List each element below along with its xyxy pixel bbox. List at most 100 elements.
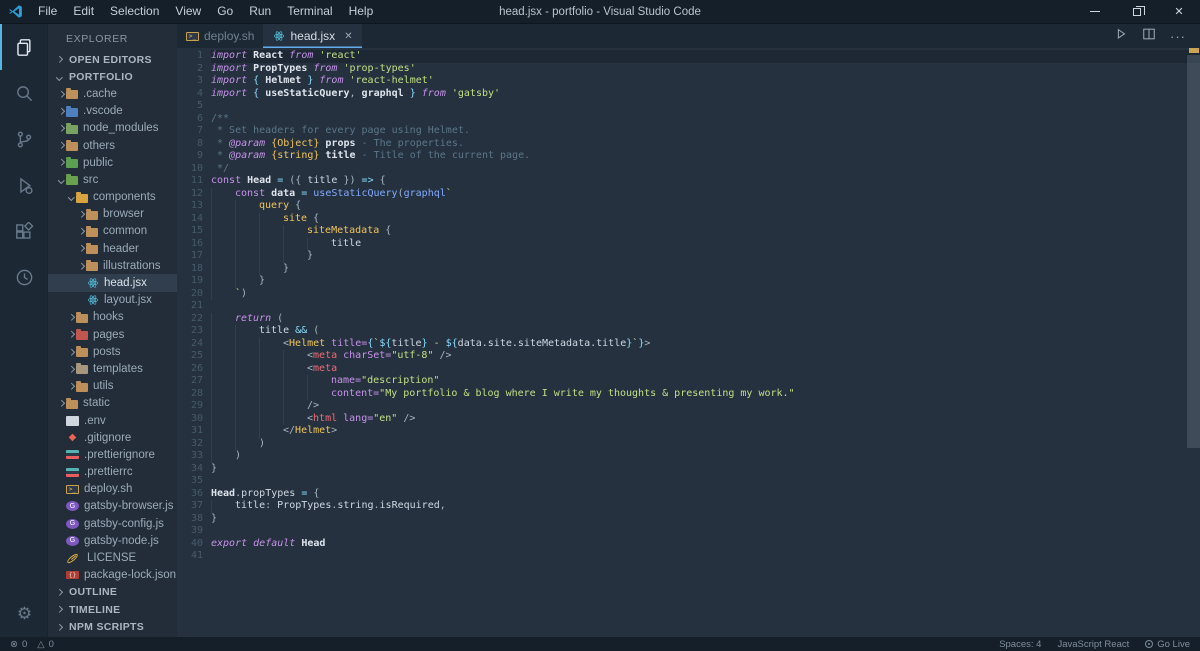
source-control-icon[interactable]	[0, 116, 47, 162]
tree-item-.cache[interactable]: .cache	[48, 85, 177, 102]
line-number: 22	[177, 313, 211, 326]
file-tree: OPEN EDITORSPORTFOLIO.cache .vscode node_m…	[48, 51, 177, 635]
code-line: import { Helmet } from 'react-helmet'	[211, 75, 1200, 88]
plugin-icon[interactable]	[0, 254, 47, 300]
explorer-icon[interactable]	[0, 24, 47, 70]
code-line: * Set headers for every page using Helme…	[211, 125, 1200, 138]
gatsby-icon: G	[66, 519, 79, 529]
close-button[interactable]: ✕	[1158, 0, 1200, 23]
prettier-icon	[66, 468, 79, 477]
tree-item-hooks[interactable]: hooks	[48, 309, 177, 326]
tree-item-label: layout.jsx	[104, 294, 152, 306]
menu-file[interactable]: File	[30, 0, 65, 23]
tree-item-.vscode[interactable]: .vscode	[48, 103, 177, 120]
tree-item-browser[interactable]: browser	[48, 206, 177, 223]
tree-item-gatsby-browser.js[interactable]: Ggatsby-browser.js	[48, 498, 177, 515]
tree-item-package-lock.json[interactable]: {}package-lock.json	[48, 567, 177, 584]
menu-help[interactable]: Help	[341, 0, 382, 23]
extensions-icon[interactable]	[0, 208, 47, 254]
code-line: export default Head	[211, 538, 1200, 551]
tree-item-label: browser	[103, 208, 144, 220]
tree-item-node-modules[interactable]: node_modules	[48, 120, 177, 137]
tree-item-src[interactable]: src	[48, 171, 177, 188]
run-icon[interactable]	[1114, 27, 1128, 46]
tree-item-templates[interactable]: templates	[48, 360, 177, 377]
tab-close-icon[interactable]: ✕	[344, 31, 352, 42]
tree-item-posts[interactable]: posts	[48, 343, 177, 360]
split-icon[interactable]	[1142, 27, 1156, 46]
menu-selection[interactable]: Selection	[102, 0, 167, 23]
tree-item-label: gatsby-config.js	[84, 518, 164, 530]
tree-item-public[interactable]: public	[48, 154, 177, 171]
status-error[interactable]: ⊗0	[10, 639, 27, 650]
code-editor[interactable]: 1234567891011121314151617181920212223242…	[177, 48, 1200, 637]
sidebar-section-timeline[interactable]: TIMELINE	[48, 601, 177, 618]
tree-item-pages[interactable]: pages	[48, 326, 177, 343]
restore-button[interactable]	[1116, 0, 1158, 23]
line-number-gutter: 1234567891011121314151617181920212223242…	[177, 50, 211, 637]
line-number: 11	[177, 175, 211, 188]
code-line: )	[211, 450, 1200, 463]
sidebar-section-open-editors[interactable]: OPEN EDITORS	[48, 51, 177, 68]
line-number: 35	[177, 475, 211, 488]
status-javascript-react[interactable]: JavaScript React	[1057, 639, 1129, 650]
status-label: Go Live	[1157, 639, 1190, 650]
chevron-right-icon	[56, 126, 66, 131]
tree-item-utils[interactable]: utils	[48, 378, 177, 395]
code-line: <Helmet title={`${title} - ${data.site.s…	[211, 338, 1200, 351]
tree-item-header[interactable]: header	[48, 240, 177, 257]
tree-item-others[interactable]: others	[48, 137, 177, 154]
code-line: content="My portfolio & blog where I wri…	[211, 388, 1200, 401]
code-line: import { useStaticQuery, graphql } from …	[211, 88, 1200, 101]
sidebar-section-npm-scripts[interactable]: NPM SCRIPTS	[48, 618, 177, 635]
sidebar-section-portfolio[interactable]: PORTFOLIO	[48, 68, 177, 85]
status-spaces-4[interactable]: Spaces: 4	[999, 639, 1041, 650]
status-label: Spaces: 4	[999, 639, 1041, 650]
menu-terminal[interactable]: Terminal	[279, 0, 340, 23]
tree-item-gatsby-config.js[interactable]: Ggatsby-config.js	[48, 515, 177, 532]
tree-item-.prettierignore[interactable]: .prettierignore	[48, 446, 177, 463]
search-icon[interactable]	[0, 70, 47, 116]
tree-item-label: .vscode	[83, 105, 123, 117]
folder-icon	[66, 108, 78, 117]
tree-item-label: .env	[84, 415, 106, 427]
tree-item-license[interactable]: LICENSE	[48, 549, 177, 566]
license-key-icon	[66, 552, 79, 564]
tree-item-.gitignore[interactable]: ◆.gitignore	[48, 429, 177, 446]
sidebar-section-outline[interactable]: OUTLINE	[48, 584, 177, 601]
line-number: 7	[177, 125, 211, 138]
menu-edit[interactable]: Edit	[65, 0, 102, 23]
settings-gear-icon[interactable]: ⚙	[0, 591, 47, 637]
tree-item-.prettierrc[interactable]: .prettierrc	[48, 464, 177, 481]
tab-head.jsx[interactable]: head.jsx✕	[263, 24, 361, 48]
menu-run[interactable]: Run	[241, 0, 279, 23]
line-number: 33	[177, 450, 211, 463]
code-line: /**	[211, 113, 1200, 126]
tree-item-common[interactable]: common	[48, 223, 177, 240]
code-line: <meta charSet="utf-8" />	[211, 350, 1200, 363]
menu-view[interactable]: View	[167, 0, 209, 23]
tab-deploy.sh[interactable]: >_deploy.sh	[177, 24, 263, 48]
tree-item-static[interactable]: static	[48, 395, 177, 412]
minimize-button[interactable]	[1074, 0, 1116, 23]
tree-item-head.jsx[interactable]: head.jsx	[48, 274, 177, 291]
folder-icon	[76, 365, 88, 374]
line-number: 6	[177, 113, 211, 126]
tree-item-gatsby-node.js[interactable]: Ggatsby-node.js	[48, 532, 177, 549]
run-debug-icon[interactable]	[0, 162, 47, 208]
tree-item-label: utils	[93, 380, 113, 392]
tree-item-components[interactable]: components	[48, 189, 177, 206]
tree-item-label: common	[103, 225, 147, 237]
menu-go[interactable]: Go	[209, 0, 241, 23]
scrollbar[interactable]	[1187, 55, 1200, 448]
tree-item-deploy.sh[interactable]: >_deploy.sh	[48, 481, 177, 498]
code-line: </Helmet>	[211, 425, 1200, 438]
tab-bar: >_deploy.shhead.jsx✕ ···	[177, 24, 1200, 48]
tree-item-.env[interactable]: .env	[48, 412, 177, 429]
tree-item-layout.jsx[interactable]: layout.jsx	[48, 292, 177, 309]
status-go-live[interactable]: Go Live	[1145, 639, 1190, 650]
more-icon[interactable]: ···	[1170, 29, 1186, 44]
line-number: 39	[177, 525, 211, 538]
status-warning[interactable]: △0	[37, 639, 54, 650]
tree-item-illustrations[interactable]: illustrations	[48, 257, 177, 274]
